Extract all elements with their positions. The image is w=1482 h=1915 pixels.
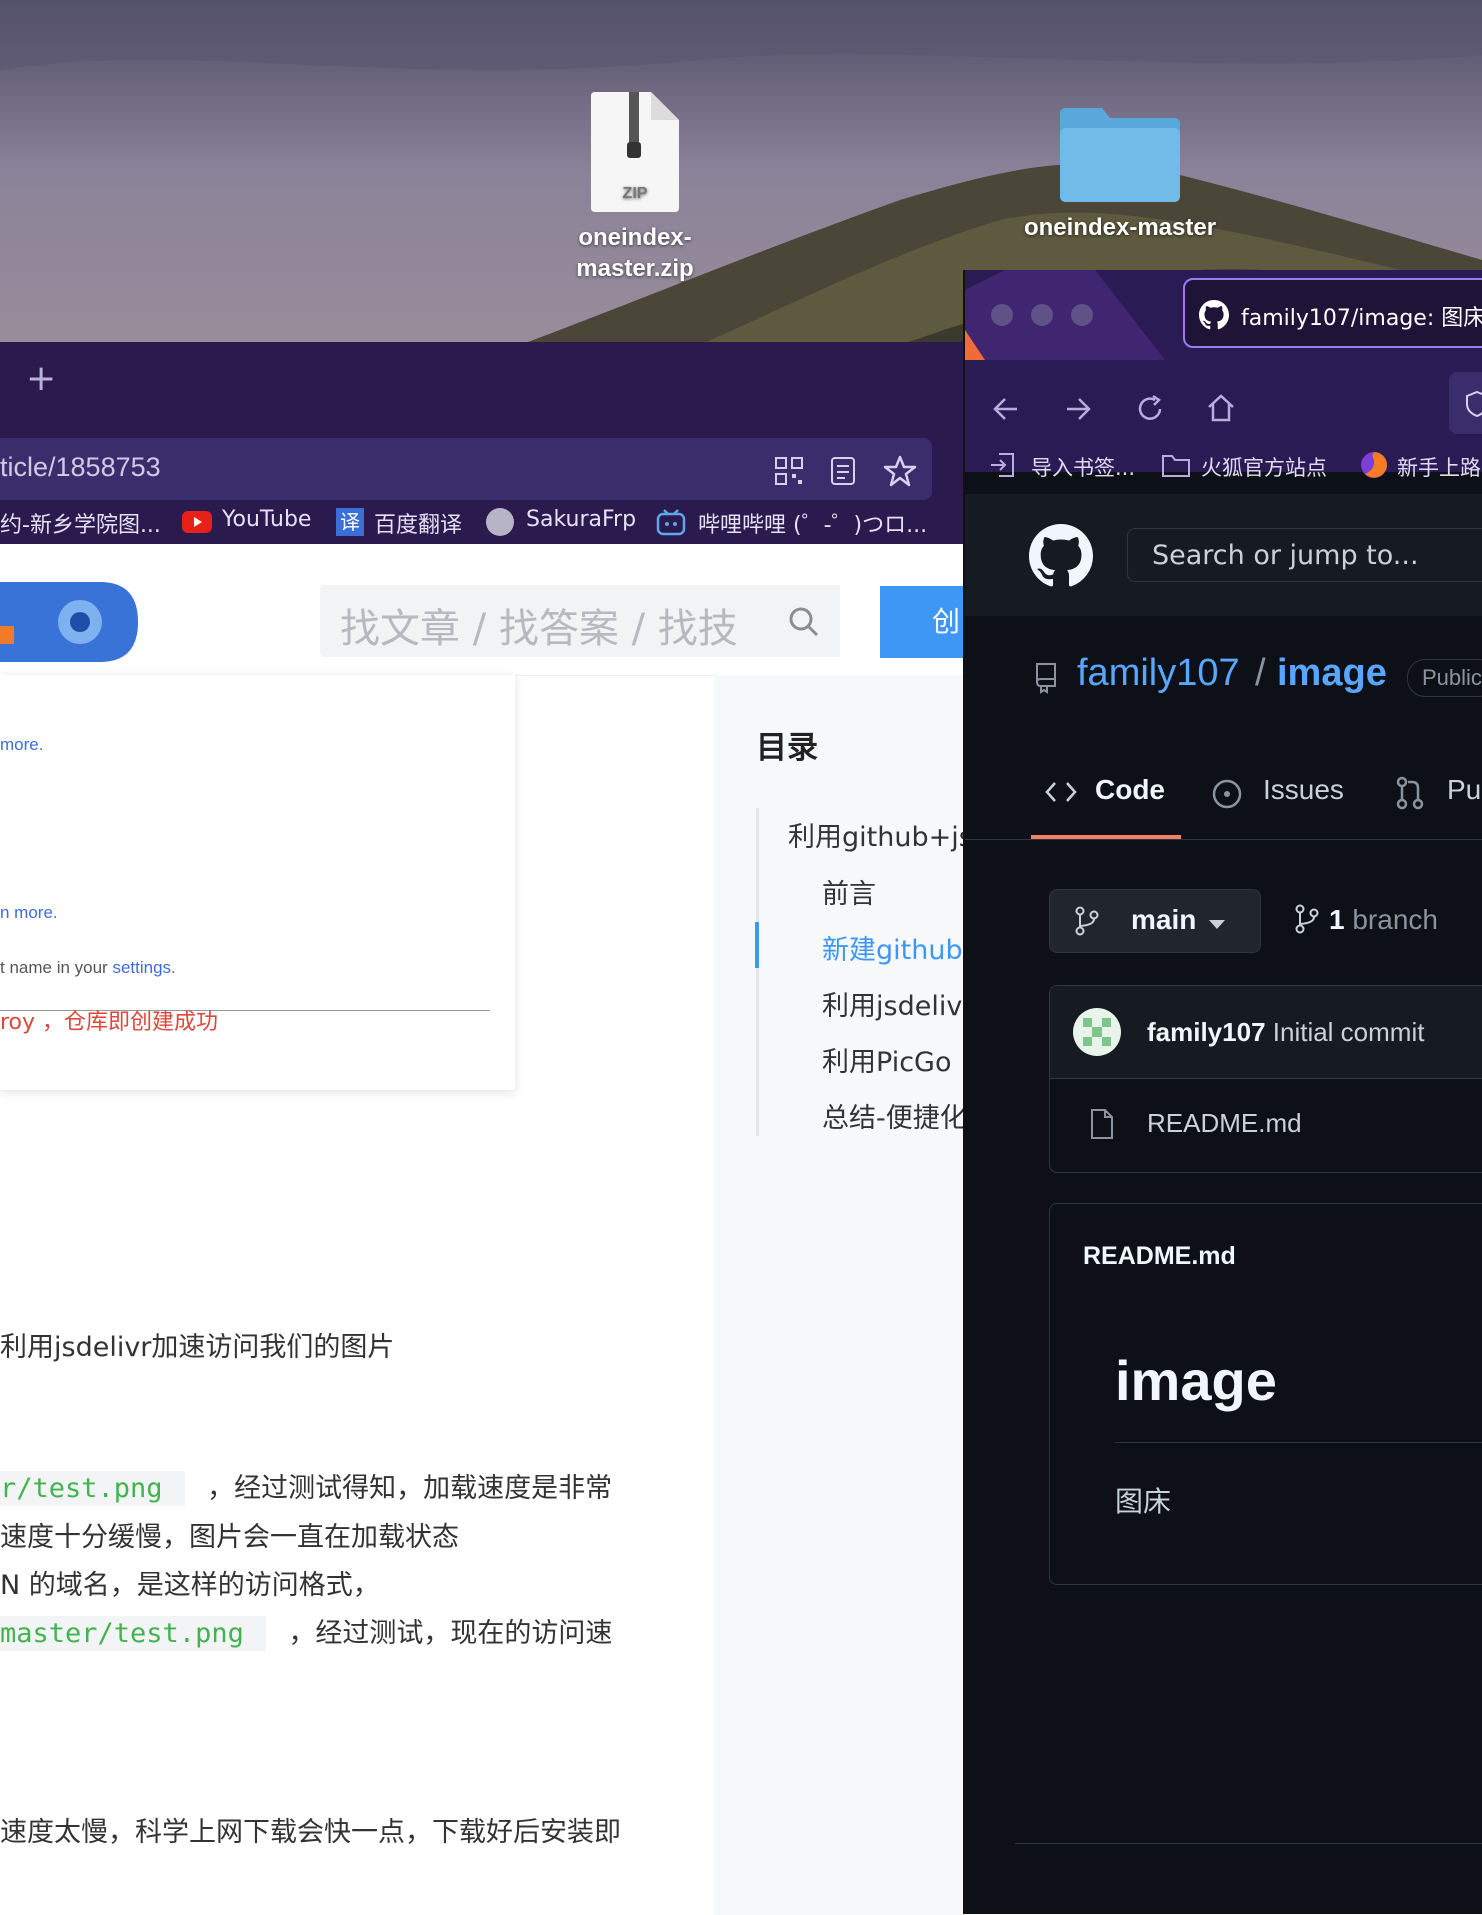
article-paragraph-3: 速度十分缓慢，图片会一直在加载状态 xyxy=(0,1522,459,1553)
bookmark-bilibili[interactable]: 哔哩哔哩 (゜-゜)つロ... xyxy=(698,507,927,539)
forward-arrow-icon[interactable] xyxy=(1063,394,1093,424)
github-favicon-icon xyxy=(1199,300,1229,330)
settings-text: t name in your settings. xyxy=(0,958,176,977)
window-zoom-button[interactable] xyxy=(1071,304,1093,326)
gh-tab-title: family107/image: 图床 xyxy=(1241,306,1482,331)
pull-request-icon xyxy=(1396,776,1424,810)
toc-active-indicator xyxy=(755,922,759,968)
issues-icon xyxy=(1212,779,1242,809)
learn-more-text-1[interactable]: more. xyxy=(0,735,43,755)
toc-title: 目录 xyxy=(756,730,818,766)
branch-icon xyxy=(1075,906,1099,936)
shield-icon[interactable] xyxy=(1465,390,1482,418)
article-paragraph-5: master/test.png ，经过测试，现在的访问速 xyxy=(0,1616,613,1651)
gh-title-bar: family107/image: 图床 xyxy=(965,270,1482,360)
toc-item-3-active[interactable]: 新建github xyxy=(822,928,963,967)
repo-name-link[interactable]: image xyxy=(1277,652,1387,695)
folder-name: oneindex-master xyxy=(1023,214,1217,241)
repo-icon xyxy=(1036,663,1056,694)
zip-file-name-line2: master.zip xyxy=(576,255,694,282)
window-close-button[interactable] xyxy=(991,304,1013,326)
folder-bookmark-icon xyxy=(1162,455,1190,477)
site-search-placeholder[interactable]: 找文章 / 找答案 / 找技 xyxy=(340,596,738,654)
readme-title-rule xyxy=(1115,1442,1482,1443)
github-search-input[interactable]: Search or jump to... xyxy=(1127,528,1482,582)
branch-name[interactable]: main xyxy=(1131,904,1196,936)
red-annotation: roy ，仓库即创建成功 xyxy=(0,1010,219,1035)
import-bookmarks-icon xyxy=(991,453,1014,477)
gh-bookmark-getting-started[interactable]: 新手上路 xyxy=(1397,452,1481,482)
create-button[interactable]: 创 xyxy=(880,586,970,658)
toc-item-5[interactable]: 利用PicGo xyxy=(822,1040,951,1079)
learn-more-text-2[interactable]: n more. xyxy=(0,903,58,923)
repo-owner-link[interactable]: family107 xyxy=(1077,652,1240,695)
inline-code-1: r/test.png xyxy=(0,1471,185,1506)
toc-item-4[interactable]: 利用jsdelivr xyxy=(822,984,973,1023)
caret-down-icon xyxy=(1209,920,1225,929)
new-tab-button[interactable]: + xyxy=(26,358,56,399)
visibility-badge: Public xyxy=(1407,659,1482,697)
readme-title: image xyxy=(1115,1349,1277,1412)
tab-code[interactable]: Code xyxy=(1095,774,1165,806)
toc-rail xyxy=(756,808,759,1136)
svg-text:ZIP: ZIP xyxy=(623,185,648,202)
readme-body: 图床 xyxy=(1115,1485,1172,1518)
window-minimize-button[interactable] xyxy=(1031,304,1053,326)
home-icon[interactable] xyxy=(1205,392,1237,424)
footer-divider xyxy=(1015,1843,1482,1844)
user-avatar[interactable] xyxy=(1073,1008,1121,1056)
github-logo-icon[interactable] xyxy=(1029,524,1093,588)
branch-count-link[interactable]: 1 branch xyxy=(1329,904,1438,936)
article-paragraph-2: r/test.png ，经过测试得知，加载速度是非常 xyxy=(0,1471,613,1506)
reader-view-icon[interactable] xyxy=(830,456,856,486)
toc-item-6[interactable]: 总结-便捷化 xyxy=(822,1096,967,1135)
tab-issues[interactable]: Issues xyxy=(1263,774,1344,806)
bookmark-star-icon[interactable] xyxy=(883,454,917,488)
tabs-divider xyxy=(965,839,1482,840)
article-paragraph-6: 速度太慢，科学上网下载会快一点，下载好后安装即 xyxy=(0,1817,621,1848)
gh-bookmark-firefox-site[interactable]: 火狐官方站点 xyxy=(1201,452,1327,482)
article-paragraph-1: 利用jsdelivr加速访问我们的图片 xyxy=(0,1332,395,1363)
youtube-icon xyxy=(182,511,212,533)
gh-bookmark-import[interactable]: 导入书签... xyxy=(1031,452,1135,482)
bookmark-sakurafrp[interactable]: SakuraFrp xyxy=(526,507,636,532)
commit-summary[interactable]: family107 Initial commit xyxy=(1147,1017,1424,1048)
code-icon xyxy=(1045,782,1077,802)
github-firefox-window: family107/image: 图床 导入书签... 火狐官方站点 新手上路 xyxy=(963,270,1482,1914)
firefox-icon xyxy=(1361,452,1387,478)
zip-file-desktop-icon[interactable]: ZIP oneindex- master.zip xyxy=(560,92,710,284)
left-url-text[interactable]: ticle/1858753 xyxy=(0,452,161,483)
folder-icon xyxy=(1060,108,1180,202)
article-paragraph-4: N 的域名，是这样的访问格式， xyxy=(0,1570,380,1601)
site-logo-banner[interactable] xyxy=(0,582,138,662)
reload-icon[interactable] xyxy=(1135,394,1165,424)
repo-path-separator: / xyxy=(1255,652,1266,694)
bookmark-xinxiang[interactable]: 约-新乡学院图... xyxy=(0,507,161,539)
toc-sidebar xyxy=(714,675,965,1915)
branches-icon xyxy=(1295,904,1319,934)
tab-pull-requests[interactable]: Pul xyxy=(1447,774,1482,806)
folder-desktop-icon[interactable]: oneindex-master xyxy=(1010,104,1230,243)
bilibili-icon xyxy=(656,509,686,536)
back-arrow-icon[interactable] xyxy=(991,394,1021,424)
baidu-translate-icon: 译 xyxy=(336,508,364,536)
bookmark-baidu-translate[interactable]: 百度翻译 xyxy=(374,507,462,539)
readme-header: README.md xyxy=(1083,1242,1236,1270)
gh-active-tab[interactable]: family107/image: 图床 xyxy=(1183,278,1482,348)
toc-item-2[interactable]: 前言 xyxy=(822,872,876,911)
file-readme-link[interactable]: README.md xyxy=(1147,1108,1302,1139)
inline-code-2: master/test.png xyxy=(0,1616,266,1651)
bookmark-youtube[interactable]: YouTube xyxy=(222,507,311,532)
toc-item-1[interactable]: 利用github+js xyxy=(788,815,973,854)
left-tab-bar: + xyxy=(0,342,965,432)
sakurafrp-icon xyxy=(486,508,514,536)
search-icon[interactable] xyxy=(788,606,820,638)
qr-code-icon[interactable] xyxy=(774,456,804,486)
zip-icon: ZIP xyxy=(591,92,679,212)
file-icon xyxy=(1091,1109,1113,1139)
zip-file-name-line1: oneindex- xyxy=(578,224,692,251)
